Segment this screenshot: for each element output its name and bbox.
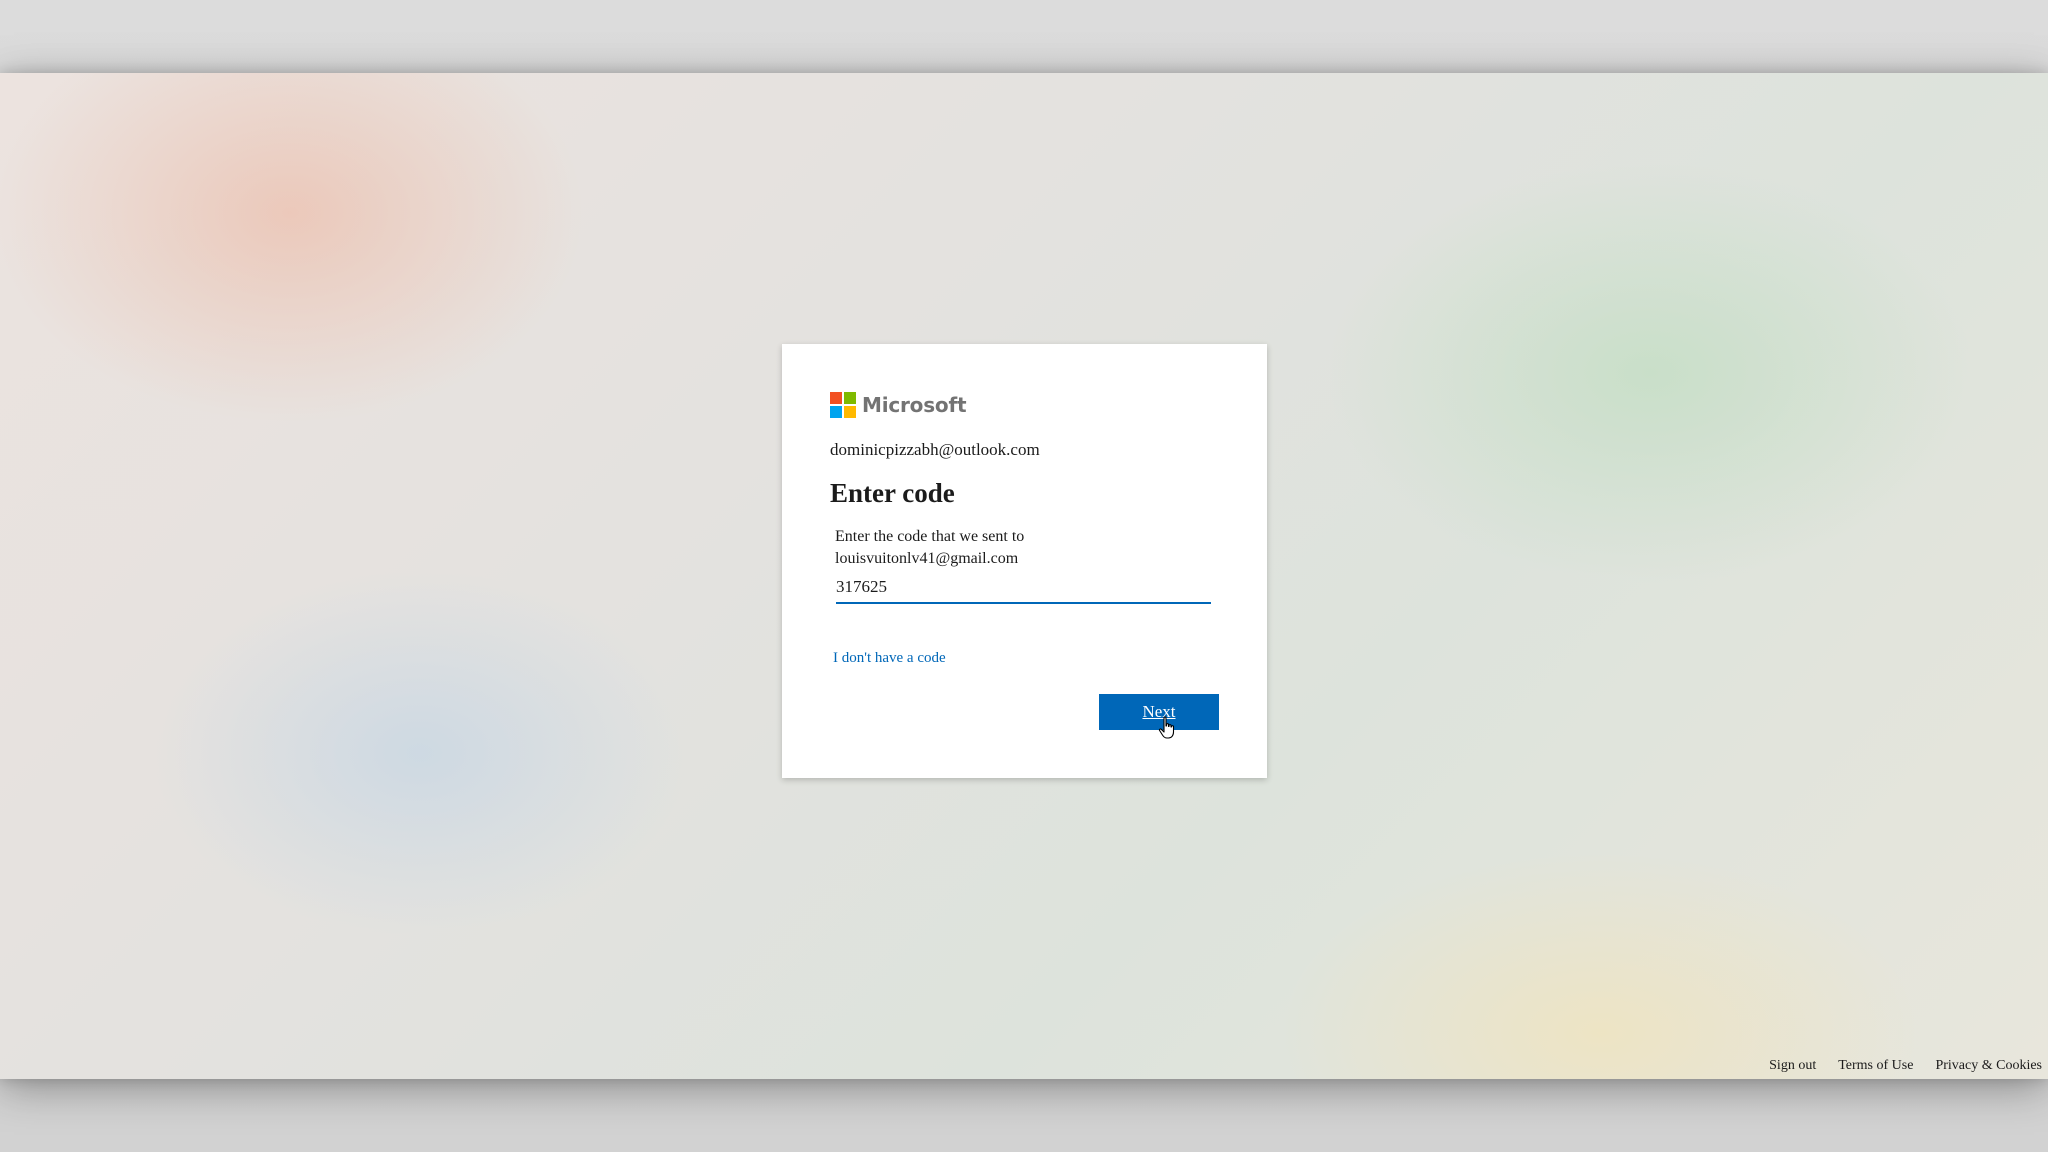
no-code-link[interactable]: I don't have a code — [833, 650, 946, 667]
footer-links: Sign out Terms of Use Privacy & Cookies — [1769, 1058, 2042, 1074]
privacy-cookies-link[interactable]: Privacy & Cookies — [1935, 1058, 2042, 1074]
sign-in-card: Microsoft dominicpizzabh@outlook.com Ent… — [782, 344, 1267, 778]
browser-window: Microsoft dominicpizzabh@outlook.com Ent… — [0, 73, 2048, 1079]
code-description-email: louisvuitonlv41@gmail.com — [835, 550, 1019, 567]
microsoft-logo-icon — [830, 392, 856, 418]
microsoft-logo: Microsoft — [830, 392, 967, 418]
hand-pointer-icon — [1158, 716, 1175, 739]
logo-square-green — [844, 392, 856, 404]
logo-square-blue — [830, 406, 842, 418]
logo-square-red — [830, 392, 842, 404]
sign-out-link[interactable]: Sign out — [1769, 1058, 1816, 1074]
terms-of-use-link[interactable]: Terms of Use — [1838, 1058, 1913, 1074]
page-title: Enter code — [830, 478, 955, 508]
account-identity: dominicpizzabh@outlook.com — [830, 440, 1040, 459]
code-description: Enter the code that we sent to louisvuit… — [835, 526, 1024, 570]
code-description-line1: Enter the code that we sent to — [835, 528, 1025, 545]
logo-square-yellow — [844, 406, 856, 418]
logo-text: Microsoft — [862, 393, 967, 417]
code-input[interactable] — [836, 572, 1211, 604]
